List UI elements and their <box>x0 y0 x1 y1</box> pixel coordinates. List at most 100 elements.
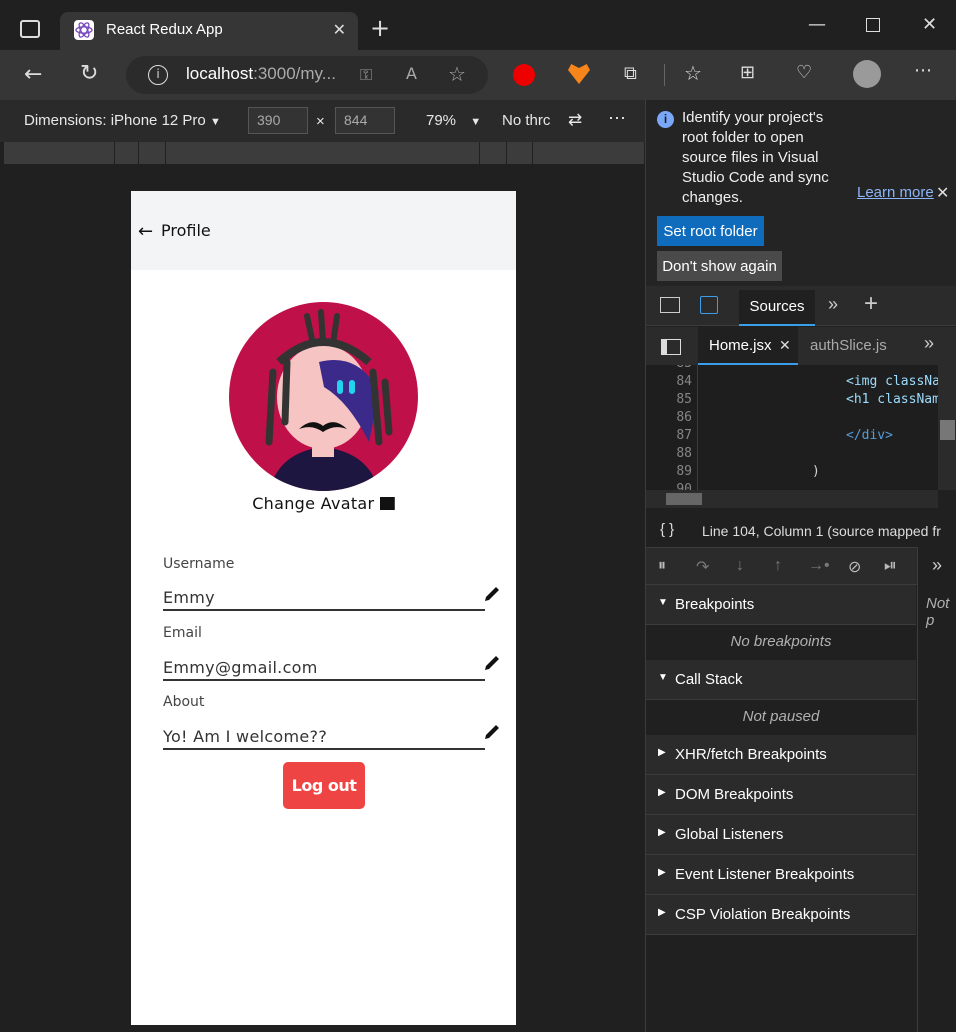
deactivate-breakpoints-icon[interactable]: ⊘ <box>848 557 861 577</box>
navigator-toggle-icon[interactable] <box>661 339 681 355</box>
collapsed-arrow-icon: ▶ <box>658 907 666 918</box>
new-tab-icon[interactable]: + <box>370 16 390 40</box>
email-field[interactable]: Emmy@gmail.com <box>163 658 485 681</box>
more-files-icon[interactable]: » <box>924 333 934 354</box>
learn-more-link[interactable]: Learn more <box>857 184 934 201</box>
dimensions-label: Dimensions: iPhone 12 Pro <box>24 112 206 129</box>
zoom-value: 79% <box>426 112 457 129</box>
dimension-x-label: × <box>316 113 325 130</box>
editor-status-bar: { } Line 104, Column 1 (source mapped fr <box>646 514 956 548</box>
devtools-tabbar: Sources » + <box>646 286 956 326</box>
file-tab-authslice[interactable]: authSlice.js <box>810 337 887 354</box>
address-bar[interactable]: i localhost:3000/my... ⚿ A ☆ <box>126 56 488 94</box>
window-close-icon[interactable]: ✕ <box>922 14 937 35</box>
more-tabs-icon[interactable]: » <box>828 294 838 315</box>
edit-email-pencil-icon[interactable] <box>483 654 501 672</box>
step-over-icon[interactable]: ↷ <box>696 557 709 577</box>
height-input[interactable]: 844 <box>335 107 395 134</box>
expand-pane-icon[interactable]: » <box>932 555 942 576</box>
browser-essentials-icon[interactable]: ♡ <box>796 62 812 83</box>
add-favorite-icon[interactable]: ☆ <box>448 62 466 86</box>
profile-avatar-icon[interactable] <box>853 60 881 88</box>
horizontal-scroll-thumb[interactable] <box>666 493 702 505</box>
cursor-position: Line 104, Column 1 (source mapped fr <box>702 523 941 539</box>
line-number: 85 <box>676 392 692 407</box>
step-icon[interactable]: →• <box>808 557 830 575</box>
code-line: <img classNa <box>846 374 940 389</box>
refresh-icon[interactable]: ↻ <box>80 61 98 86</box>
url-path: :3000/my... <box>253 64 336 83</box>
pause-on-exceptions-icon[interactable]: ⏯ <box>884 557 897 575</box>
emulated-page: ← Profile Change Avatar Username Emmy Em… <box>131 191 516 1025</box>
section-call-stack[interactable]: ▼ Call Stack <box>646 660 916 700</box>
add-tab-icon[interactable]: + <box>864 290 878 318</box>
infobar-message: Identify your project's root folder to o… <box>682 109 829 206</box>
section-dom-breakpoints[interactable]: ▶ DOM Breakpoints <box>646 775 916 815</box>
extensions-icon[interactable]: ⧉ <box>624 63 637 84</box>
back-icon[interactable]: ← <box>24 62 42 87</box>
username-field[interactable]: Emmy <box>163 588 485 611</box>
change-avatar-label: Change Avatar <box>252 494 375 513</box>
pretty-print-icon[interactable]: { } <box>660 521 674 538</box>
section-breakpoints[interactable]: ▼ Breakpoints <box>646 585 916 625</box>
about-field[interactable]: Yo! Am I welcome?? <box>163 727 485 750</box>
rotate-icon[interactable]: ⇄ <box>568 110 582 130</box>
dont-show-again-button[interactable]: Don't show again <box>657 251 782 281</box>
dimensions-dropdown[interactable]: Dimensions: iPhone 12 Pro ▼ <box>24 112 221 129</box>
section-event-listener-breakpoints[interactable]: ▶ Event Listener Breakpoints <box>646 855 916 895</box>
set-root-folder-button[interactable]: Set root folder <box>657 216 764 246</box>
horizontal-scrollbar[interactable] <box>646 490 938 508</box>
collapsed-arrow-icon: ▶ <box>658 747 666 758</box>
tab-sources[interactable]: Sources <box>739 290 815 326</box>
more-menu-icon[interactable]: ⋯ <box>914 60 932 81</box>
step-out-icon[interactable]: ↑ <box>774 557 782 575</box>
step-into-icon[interactable]: ↓ <box>736 557 744 575</box>
device-more-icon[interactable]: ⋯ <box>608 108 626 129</box>
chevron-down-icon: ▼ <box>209 116 221 128</box>
line-number: 86 <box>676 410 692 425</box>
image-icon <box>379 497 395 510</box>
zoom-dropdown[interactable]: 79% ▼ <box>426 112 481 129</box>
inspect-element-icon[interactable] <box>660 297 680 313</box>
change-avatar-button[interactable]: Change Avatar <box>131 494 516 513</box>
maximize-icon[interactable] <box>866 18 880 32</box>
tab-close-icon[interactable]: ✕ <box>333 20 346 39</box>
url-text: localhost:3000/my... <box>186 64 336 84</box>
back-arrow-icon[interactable]: ← <box>138 221 153 242</box>
width-input[interactable]: 390 <box>248 107 308 134</box>
site-info-icon[interactable]: i <box>148 65 168 85</box>
line-gutter: 83 84 85 86 87 88 89 90 <box>646 365 698 490</box>
section-xhr-breakpoints[interactable]: ▶ XHR/fetch Breakpoints <box>646 735 916 775</box>
section-csp-violation-breakpoints[interactable]: ▶ CSP Violation Breakpoints <box>646 895 916 935</box>
read-aloud-icon[interactable]: A <box>406 64 417 83</box>
minimize-icon[interactable]: — <box>808 14 826 35</box>
vertical-scroll-thumb[interactable] <box>940 420 955 440</box>
device-toolbar: Dimensions: iPhone 12 Pro ▼ 390 × 844 79… <box>0 100 645 142</box>
pause-icon[interactable]: ⏸ <box>658 557 666 575</box>
title-bar: React Redux App ✕ + — ✕ <box>0 0 956 50</box>
line-number: 83 <box>646 365 692 371</box>
edit-username-pencil-icon[interactable] <box>483 585 501 603</box>
section-label: Call Stack <box>675 671 743 688</box>
media-query-ruler[interactable] <box>4 142 644 164</box>
device-toggle-icon[interactable] <box>700 296 718 314</box>
key-icon[interactable]: ⚿ <box>360 65 372 85</box>
logout-button[interactable]: Log out <box>283 762 365 809</box>
throttle-dropdown[interactable]: No thrc <box>502 112 550 129</box>
section-global-listeners[interactable]: ▶ Global Listeners <box>646 815 916 855</box>
tab-actions-icon[interactable] <box>20 20 40 38</box>
react-favicon-icon <box>74 20 94 40</box>
collections-icon[interactable]: ⊞ <box>740 62 755 83</box>
edit-about-pencil-icon[interactable] <box>483 723 501 741</box>
line-number: 89 <box>676 464 692 479</box>
avatar[interactable] <box>229 302 418 491</box>
favorites-icon[interactable]: ☆ <box>684 61 702 85</box>
adblock-extension-icon[interactable] <box>513 64 535 86</box>
metamask-extension-icon[interactable] <box>568 64 590 84</box>
browser-tab[interactable]: React Redux App ✕ <box>60 12 358 50</box>
url-host: localhost <box>186 64 254 83</box>
code-editor[interactable]: 83 84 85 86 87 88 89 90 <img classNa <h1… <box>646 365 956 490</box>
file-tab-home[interactable]: Home.jsx ✕ <box>698 327 798 365</box>
infobar-close-icon[interactable]: ✕ <box>936 183 949 203</box>
file-tab-close-icon[interactable]: ✕ <box>779 337 791 354</box>
